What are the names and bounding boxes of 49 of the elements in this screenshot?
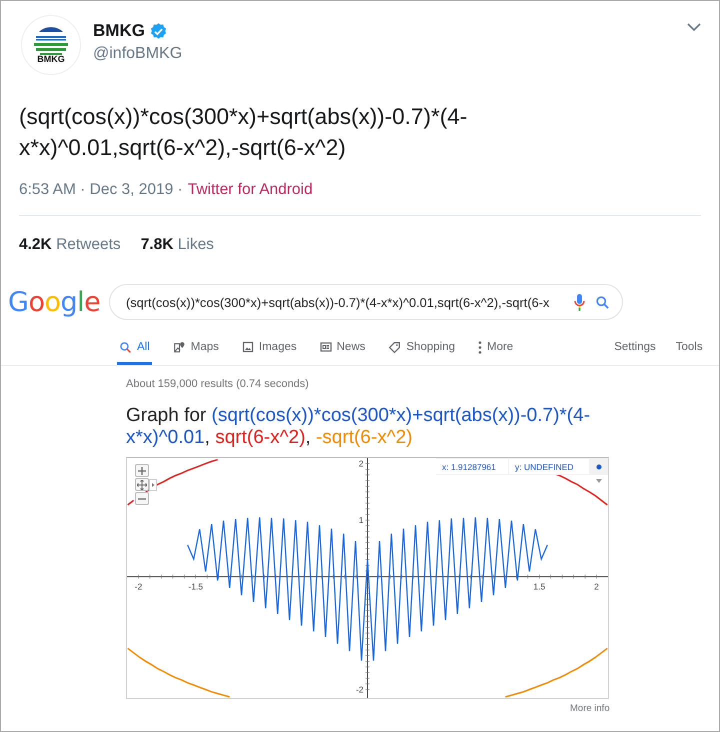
search-icon[interactable]: [595, 294, 610, 310]
graph-title: Graph for (sqrt(cos(x))*cos(300*x)+sqrt(abs(x))-0.7)*(4-x*x)^0.01, sqrt(6-x^2), -sqrt(6-x^2): [126, 405, 592, 449]
plus-icon: [138, 466, 146, 474]
tweet-text: (sqrt(cos(x))*cos(300*x)+sqrt(abs(x))-0.7)*(4-x*x)^0.01,sqrt(6-x^2),-sqrt(6-x^2): [19, 103, 468, 162]
zoom-out-button[interactable]: [135, 492, 149, 505]
search-tab[interactable]: Shopping: [386, 334, 457, 365]
y-readout: y: UNDEFINED: [509, 459, 589, 474]
microphone-icon[interactable]: [574, 294, 585, 310]
avatar[interactable]: BMKG: [21, 15, 81, 75]
image-icon: [242, 341, 254, 353]
tool-link[interactable]: Settings: [614, 334, 656, 365]
tweet-time: 6:53 AM · Dec 3, 2019 ·: [19, 181, 183, 199]
y-tick-label: -2: [356, 684, 364, 695]
pan-button[interactable]: [135, 478, 149, 491]
more-vertical-icon: [478, 340, 482, 354]
engagement-stat[interactable]: 4.2K Retweets: [19, 236, 121, 254]
emblem-icon: [31, 26, 71, 56]
search-tab[interactable]: More: [476, 334, 516, 365]
newspaper-icon: [320, 341, 332, 353]
search-tab[interactable]: Images: [240, 334, 299, 365]
search-tab[interactable]: News: [318, 334, 368, 365]
y-tick-label: 2: [358, 458, 364, 469]
dropdown-arrow-icon[interactable]: [596, 479, 602, 483]
chevron-down-icon[interactable]: [687, 23, 701, 32]
move-arrows-icon: [137, 480, 147, 490]
search-tab[interactable]: All: [117, 334, 152, 365]
x-tick-label: 2: [594, 582, 599, 592]
graph-panel[interactable]: -2 -1.5 1.5 2 -2 1 2 x: 1.91287961 y: UNDEFINED: [126, 457, 609, 699]
zoom-in-button[interactable]: [135, 464, 149, 477]
engagement-stat[interactable]: 7.8K Likes: [140, 236, 214, 254]
search-tab[interactable]: Maps: [170, 334, 221, 365]
more-info-link[interactable]: More info: [570, 703, 610, 714]
tag-icon: [388, 340, 402, 354]
result-stats: About 159,000 results (0.74 seconds): [126, 378, 310, 390]
google-logo[interactable]: Google: [8, 286, 102, 318]
x-tick-label: -1.5: [188, 582, 204, 592]
search-bar[interactable]: (sqrt(cos(x))*cos(300*x)+sqrt(abs(x))-0.7)*(4-x*x)^0.01,sqrt(6-x^2),-sqrt(6-x: [109, 284, 623, 320]
source-link[interactable]: Twitter for Android: [188, 181, 313, 199]
account-handle: @infoBMKG: [93, 45, 184, 63]
map-icon: [172, 340, 186, 354]
search-icon: [119, 340, 132, 354]
search-field[interactable]: (sqrt(cos(x))*cos(300*x)+sqrt(abs(x))-0.7)*(4-x*x)^0.01,sqrt(6-x^2),-sqrt(6-x: [126, 294, 564, 310]
x-tick-label: 1.5: [533, 582, 546, 592]
x-readout: x: 1.91287961: [436, 459, 508, 474]
tool-link[interactable]: Tools: [676, 334, 703, 365]
y-tick-label: 1: [358, 515, 364, 526]
x-tick-label: -2: [134, 582, 142, 592]
account-name[interactable]: BMKG: [93, 21, 145, 41]
logo-text: BMKG: [37, 54, 65, 64]
